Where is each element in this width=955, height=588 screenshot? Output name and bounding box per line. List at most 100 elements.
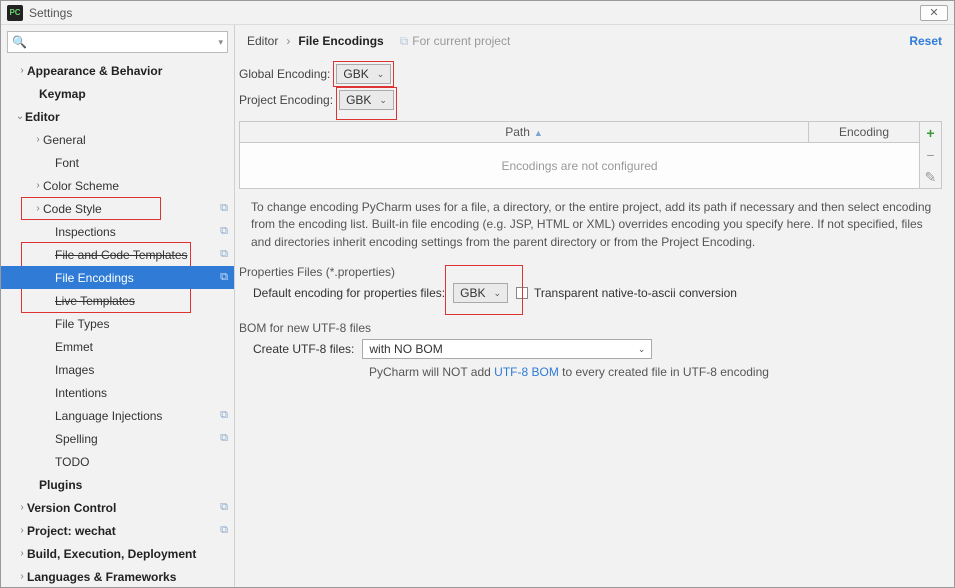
sidebar-item-live-templates[interactable]: Live Templates <box>1 289 234 312</box>
window-title: Settings <box>29 6 920 20</box>
remove-button[interactable]: − <box>920 144 942 166</box>
arrow-icon: › <box>33 203 43 214</box>
edit-button[interactable]: ✎ <box>920 166 942 188</box>
breadcrumb-current: File Encodings <box>298 34 383 48</box>
sidebar-item-code-style[interactable]: ›Code Style ⧉ <box>1 197 234 220</box>
chevron-right-icon: › <box>286 34 290 48</box>
sidebar-item-label: Language Injections <box>55 409 162 423</box>
sidebar-item-label: Spelling <box>55 432 98 446</box>
properties-encoding-select[interactable]: GBK⌄ <box>453 283 508 303</box>
sort-asc-icon: ▲ <box>534 128 543 138</box>
bom-select[interactable]: with NO BOM⌄ <box>362 339 652 359</box>
sidebar-item-label: Font <box>55 156 79 170</box>
properties-default-label: Default encoding for properties files: <box>253 286 445 300</box>
sidebar-item-intentions[interactable]: Intentions <box>1 381 234 404</box>
copy-icon: ⧉ <box>220 271 228 284</box>
sidebar-item-spelling[interactable]: Spelling ⧉ <box>1 427 234 450</box>
arrow-icon: › <box>33 180 43 191</box>
sidebar-item-label: Color Scheme <box>43 179 119 193</box>
sidebar-item-label: Project: wechat <box>27 524 116 538</box>
sidebar-item-inspections[interactable]: Inspections ⧉ <box>1 220 234 243</box>
bom-section-label: BOM for new UTF-8 files <box>239 321 942 335</box>
sidebar-item-label: Appearance & Behavior <box>27 64 162 78</box>
close-button[interactable]: ✕ <box>920 5 948 21</box>
sidebar-item-label: Build, Execution, Deployment <box>27 547 196 561</box>
sidebar-item-color-scheme[interactable]: ›Color Scheme <box>1 174 234 197</box>
arrow-icon: › <box>33 134 43 145</box>
sidebar-item-todo[interactable]: TODO <box>1 450 234 473</box>
copy-icon: ⧉ <box>220 432 228 445</box>
description-text: To change encoding PyCharm uses for a fi… <box>251 199 938 251</box>
global-encoding-label: Global Encoding: <box>239 67 330 81</box>
add-button[interactable]: + <box>920 122 942 144</box>
sidebar-item-label: Keymap <box>39 87 86 101</box>
global-encoding-select[interactable]: GBK⌄ <box>336 64 391 84</box>
copy-icon: ⧉ <box>220 248 228 261</box>
sidebar-item-build-execution-deployment[interactable]: ›Build, Execution, Deployment <box>1 542 234 565</box>
search-icon: 🔍 <box>12 35 27 49</box>
sidebar-item-label: Intentions <box>55 386 107 400</box>
arrow-icon: › <box>17 65 27 76</box>
sidebar-item-label: File and Code Templates <box>55 248 188 262</box>
project-encoding-select[interactable]: GBK⌄ <box>339 90 394 110</box>
sidebar-item-languages-frameworks[interactable]: ›Languages & Frameworks <box>1 565 234 587</box>
sidebar-item-label: Languages & Frameworks <box>27 570 176 584</box>
breadcrumb-parent[interactable]: Editor <box>247 34 278 48</box>
column-encoding[interactable]: Encoding <box>809 122 919 142</box>
paths-empty-msg: Encodings are not configured <box>240 143 919 188</box>
bom-note: PyCharm will NOT add UTF-8 BOM to every … <box>369 365 942 379</box>
chevron-down-icon: ⌄ <box>377 69 385 80</box>
sidebar-item-label: File Encodings <box>55 271 134 285</box>
sidebar-item-file-types[interactable]: File Types <box>1 312 234 335</box>
sidebar-item-label: General <box>43 133 86 147</box>
sidebar-item-label: Plugins <box>39 478 82 492</box>
sidebar-item-file-encodings[interactable]: File Encodings ⧉ <box>1 266 234 289</box>
copy-icon: ⧉ <box>220 524 228 537</box>
sidebar-item-appearance-behavior[interactable]: ›Appearance & Behavior <box>1 59 234 82</box>
sidebar-item-label: Emmet <box>55 340 93 354</box>
sidebar-item-editor[interactable]: ⌄Editor <box>1 105 234 128</box>
copy-icon: ⧉ <box>220 202 228 215</box>
utf8-bom-link[interactable]: UTF-8 BOM <box>494 365 559 379</box>
sidebar-item-label: Code Style <box>43 202 102 216</box>
chevron-down-icon: ⌄ <box>379 95 387 106</box>
sidebar-item-label: File Types <box>55 317 109 331</box>
sidebar-item-version-control[interactable]: ›Version Control ⧉ <box>1 496 234 519</box>
chevron-down-icon: ⌄ <box>493 288 501 299</box>
sidebar-item-label: TODO <box>55 455 89 469</box>
sidebar-item-images[interactable]: Images <box>1 358 234 381</box>
arrow-icon: › <box>17 548 27 559</box>
sidebar-item-project-wechat[interactable]: ›Project: wechat ⧉ <box>1 519 234 542</box>
sidebar-item-label: Inspections <box>55 225 116 239</box>
arrow-icon: › <box>17 502 27 513</box>
column-path[interactable]: Path▲ <box>240 122 809 142</box>
project-encoding-label: Project Encoding: <box>239 93 333 107</box>
search-input[interactable]: 🔍 ▾ <box>7 31 228 53</box>
sidebar-item-file-and-code-templates[interactable]: File and Code Templates ⧉ <box>1 243 234 266</box>
sidebar-item-label: Images <box>55 363 94 377</box>
sidebar-item-general[interactable]: ›General <box>1 128 234 151</box>
reset-link[interactable]: Reset <box>909 34 942 48</box>
copy-icon: ⧉ <box>400 34 409 49</box>
arrow-icon: › <box>17 525 27 536</box>
app-icon: PC <box>7 5 23 21</box>
create-utf8-label: Create UTF-8 files: <box>253 342 354 356</box>
chevron-down-icon: ▾ <box>218 37 223 48</box>
arrow-icon: ⌄ <box>15 111 25 122</box>
sidebar-item-emmet[interactable]: Emmet <box>1 335 234 358</box>
copy-icon: ⧉ <box>220 225 228 238</box>
sidebar-item-plugins[interactable]: Plugins <box>1 473 234 496</box>
scope-hint: ⧉For current project <box>400 34 511 49</box>
copy-icon: ⧉ <box>220 409 228 422</box>
sidebar-item-keymap[interactable]: Keymap <box>1 82 234 105</box>
arrow-icon: › <box>17 571 27 582</box>
transparent-ascii-checkbox[interactable] <box>516 287 528 299</box>
chevron-down-icon: ⌄ <box>638 344 646 355</box>
sidebar-item-font[interactable]: Font <box>1 151 234 174</box>
properties-section-label: Properties Files (*.properties) <box>239 265 942 279</box>
copy-icon: ⧉ <box>220 501 228 514</box>
sidebar-item-language-injections[interactable]: Language Injections ⧉ <box>1 404 234 427</box>
transparent-ascii-label: Transparent native-to-ascii conversion <box>534 286 737 300</box>
sidebar-item-label: Version Control <box>27 501 116 515</box>
sidebar-item-label: Editor <box>25 110 60 124</box>
